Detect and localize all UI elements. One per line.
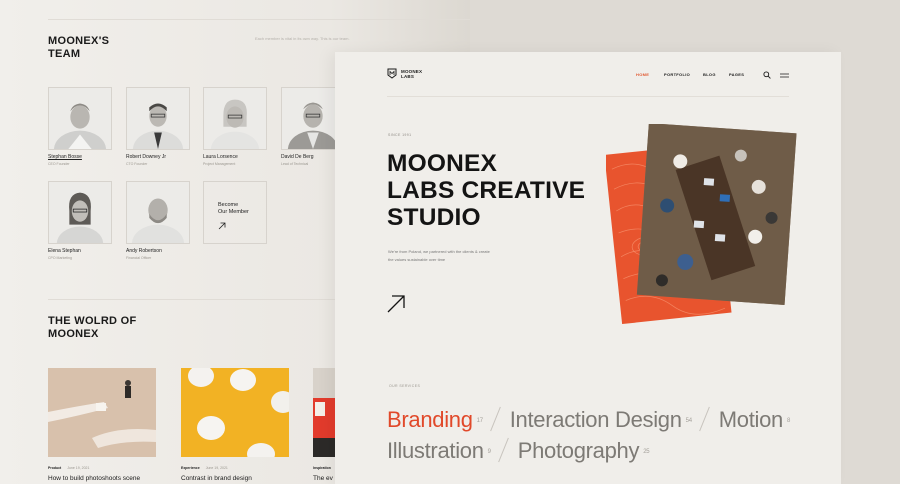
nav-item-portfolio[interactable]: PORTFOLIO: [664, 72, 703, 77]
brand-line2: LABS: [401, 73, 415, 79]
service-name: Photography: [517, 438, 640, 463]
services-list: Branding 17 Interaction Design 54 Motion 8 Il…: [387, 404, 827, 466]
service-count: 54: [685, 418, 692, 424]
service-name: Interaction Design: [509, 407, 682, 432]
arrow-up-right-icon[interactable]: [387, 295, 405, 313]
world-title: THE WOLRD OF MOONEX: [48, 315, 158, 341]
search-icon[interactable]: [763, 71, 771, 79]
become-line1: Become: [218, 202, 239, 208]
services-row: Branding 17 Interaction Design 54 Motion 8: [387, 404, 827, 435]
hero-title-line2: LABS CREATIVE: [387, 177, 586, 204]
team-title: MOONEX'S TEAM: [48, 35, 138, 61]
post-title[interactable]: How to build photoshoots scene: [48, 475, 156, 482]
member-name[interactable]: Robert Downey Jr: [126, 154, 190, 160]
hero-title: MOONEX LABS CREATIVE STUDIO: [387, 150, 587, 231]
header-divider: [387, 96, 789, 97]
service-count: 8: [786, 418, 791, 424]
services-label: OUR SERVICES: [389, 384, 421, 388]
hero-image: [606, 124, 797, 324]
service-name: Illustration: [387, 438, 484, 463]
service-count: 17: [476, 418, 483, 424]
nav-item-blog[interactable]: BLOG: [703, 72, 729, 77]
post-image: [181, 368, 289, 457]
post-date: June 19, 2021: [205, 466, 228, 470]
separator: [497, 437, 509, 463]
arrow-up-right-icon: [218, 222, 226, 230]
member-photo: [203, 87, 267, 150]
blog-post-card[interactable]: Product June 19, 2021 How to build photos…: [48, 368, 156, 482]
post-date: June 19, 2021: [67, 466, 90, 470]
team-note: Each member is vital in its own way. Thi…: [255, 36, 350, 41]
member-photo: [48, 181, 112, 244]
separator: [489, 406, 501, 432]
hero-sub-line2: the values sustainable over time: [388, 257, 446, 262]
shield-logo-icon: [387, 68, 397, 79]
post-category: Product: [48, 466, 62, 470]
service-branding[interactable]: Branding 17: [387, 407, 483, 432]
member-role: CTO Founder: [126, 162, 148, 166]
become-member-label: Become Our Member: [218, 202, 263, 216]
team-title-line2: TEAM: [48, 48, 81, 60]
member-photo: [48, 87, 112, 150]
separator: [698, 406, 710, 432]
post-title[interactable]: Contrast in brand design: [181, 475, 289, 482]
brand-name: MOONEX LABS: [401, 69, 422, 79]
become-member-card[interactable]: Become Our Member: [203, 181, 267, 244]
main-nav: HOME PORTFOLIO BLOG PAGES: [636, 72, 751, 77]
home-page: MOONEX LABS HOME PORTFOLIO BLOG PAGES SI…: [335, 52, 841, 484]
hero-subtitle: We're from Poland, we partnered with the…: [388, 248, 518, 264]
member-role: Financial Officer: [126, 256, 152, 260]
team-member-card[interactable]: Stephan Bosse CEO Founder: [48, 87, 112, 166]
member-name[interactable]: Stephan Bosse: [48, 154, 112, 160]
member-name[interactable]: Elena Stephan: [48, 248, 112, 254]
world-title-line1: THE WOLRD OF: [48, 315, 137, 327]
member-photo: [126, 181, 190, 244]
world-title-line2: MOONEX: [48, 328, 99, 340]
become-line2: Our Member: [218, 209, 249, 215]
post-category: Inspiration: [313, 466, 331, 470]
hero-title-line3: STUDIO: [387, 204, 481, 231]
service-interaction-design[interactable]: Interaction Design 54: [510, 407, 692, 432]
post-meta: Product June 19, 2021: [48, 466, 156, 470]
team-member-card[interactable]: Robert Downey Jr CTO Founder: [126, 87, 190, 166]
team-title-line1: MOONEX'S: [48, 35, 110, 47]
post-meta: Experience June 19, 2021: [181, 466, 289, 470]
team-member-card[interactable]: Elena Stephan CPO Marketing: [48, 181, 112, 260]
service-illustration[interactable]: Illustration 9: [387, 438, 491, 463]
service-name: Motion: [718, 407, 784, 432]
service-motion[interactable]: Motion 8: [718, 407, 791, 432]
team-member-card[interactable]: Laura Lorsence Project Management: [203, 87, 267, 166]
team-member-card[interactable]: Andy Robertson Financial Officer: [126, 181, 190, 260]
menu-icon[interactable]: [780, 73, 789, 78]
nav-item-home[interactable]: HOME: [636, 72, 664, 77]
divider: [48, 19, 470, 20]
post-category: Experience: [181, 466, 200, 470]
brand-logo[interactable]: MOONEX LABS: [387, 68, 422, 79]
post-image: [48, 368, 156, 457]
member-name[interactable]: Laura Lorsence: [203, 154, 267, 160]
service-count: 25: [643, 449, 650, 455]
member-role: CPO Marketing: [48, 256, 72, 260]
service-photography[interactable]: Photography 25: [518, 438, 650, 463]
blog-post-card[interactable]: Experience June 19, 2021 Contrast in bran…: [181, 368, 289, 482]
member-role: CEO Founder: [48, 162, 70, 166]
member-role: Project Management: [203, 162, 236, 166]
service-count: 9: [487, 449, 491, 455]
member-photo: [126, 87, 190, 150]
since-label: SINCE 1991: [388, 133, 412, 137]
member-name[interactable]: Andy Robertson: [126, 248, 190, 254]
service-name: Branding: [387, 407, 473, 432]
hero-title-line1: MOONEX: [387, 150, 498, 177]
hero-sub-line1: We're from Poland, we partnered with the…: [388, 249, 490, 254]
services-row: Illustration 9 Photography 25: [387, 435, 827, 466]
nav-item-pages[interactable]: PAGES: [729, 72, 751, 77]
